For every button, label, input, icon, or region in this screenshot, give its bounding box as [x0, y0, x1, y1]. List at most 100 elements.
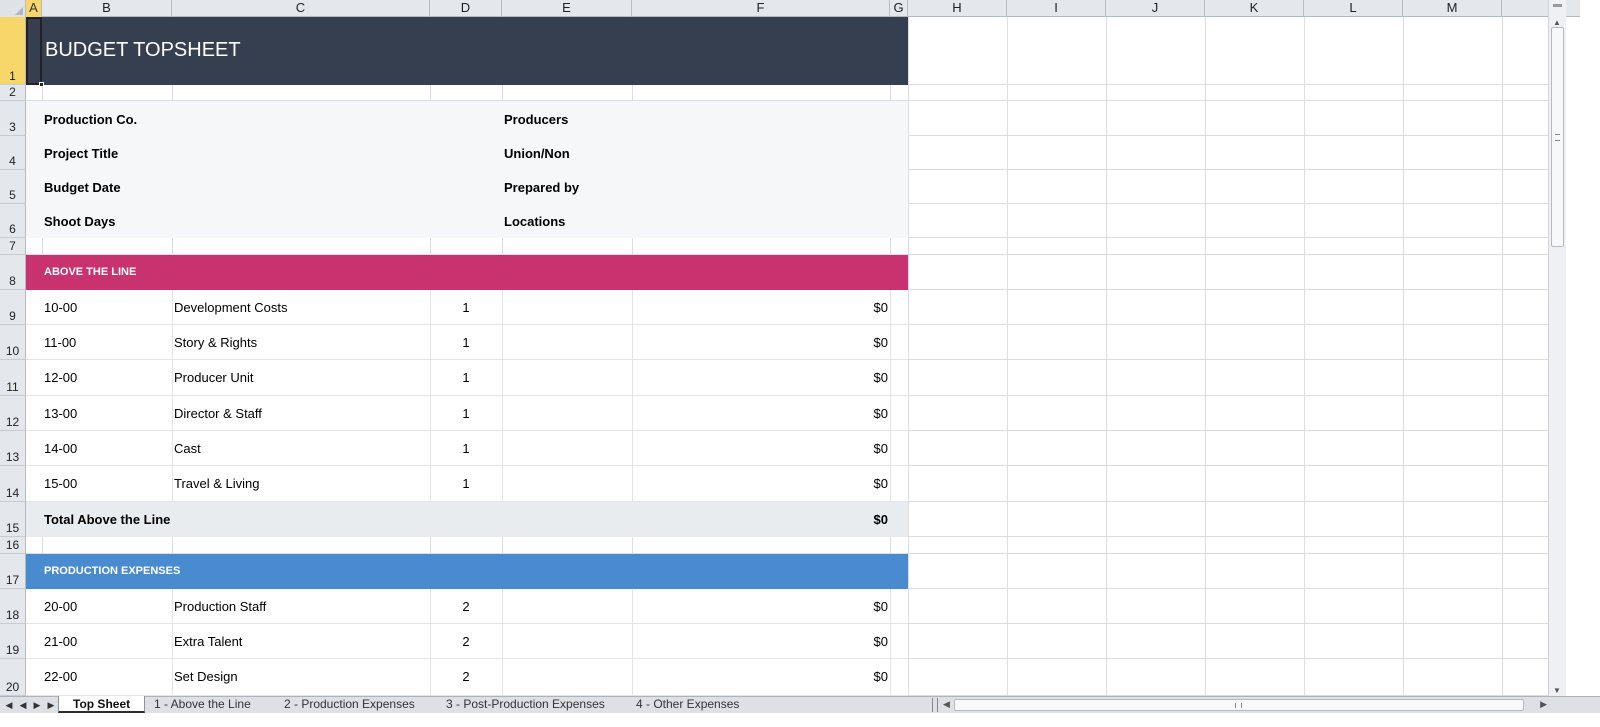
- account-amount: $0: [873, 406, 888, 421]
- grid-row: [26, 238, 1548, 255]
- column-header-b[interactable]: B: [42, 0, 172, 17]
- row-header-9[interactable]: 9: [0, 290, 26, 325]
- active-cell-a1[interactable]: [26, 17, 42, 85]
- row-header-5[interactable]: 5: [0, 170, 26, 204]
- account-description: Production Staff: [174, 599, 267, 614]
- row-header-10[interactable]: 10: [0, 325, 26, 360]
- fill-handle[interactable]: [39, 82, 44, 87]
- column-header-i[interactable]: I: [1007, 0, 1106, 17]
- row-header-1[interactable]: 1: [0, 17, 26, 85]
- column-header-e[interactable]: E: [502, 0, 632, 17]
- column-header-l[interactable]: L: [1304, 0, 1403, 17]
- above-the-line-header[interactable]: ABOVE THE LINE: [26, 255, 908, 290]
- table-row[interactable]: 14-00 Cast 1 $0: [26, 431, 908, 466]
- tab-post-production-expenses[interactable]: 3 - Post-Production Expenses: [432, 696, 619, 713]
- first-sheet-icon[interactable]: ◀: [2, 698, 16, 712]
- horizontal-scroll-thumb[interactable]: [954, 699, 1524, 711]
- account-amount: $0: [873, 669, 888, 684]
- scroll-right-icon[interactable]: ▶: [1540, 699, 1547, 710]
- tab-other-expenses[interactable]: 4 - Other Expenses: [622, 696, 753, 713]
- column-header-c[interactable]: C: [172, 0, 430, 17]
- account-amount: $0: [873, 441, 888, 456]
- row-header-14[interactable]: 14: [0, 466, 26, 502]
- account-description: Director & Staff: [174, 406, 262, 421]
- table-row[interactable]: 20-00 Production Staff 2 $0: [26, 589, 908, 624]
- tab-top-sheet[interactable]: Top Sheet: [58, 696, 146, 713]
- row-header-6[interactable]: 6: [0, 204, 26, 238]
- table-row[interactable]: 10-00 Development Costs 1 $0: [26, 290, 908, 325]
- tab-production-expenses[interactable]: 2 - Production Expenses: [270, 696, 429, 713]
- account-description: Producer Unit: [174, 370, 254, 385]
- table-row[interactable]: 15-00 Travel & Living 1 $0: [26, 466, 908, 502]
- prev-sheet-icon[interactable]: ◀: [16, 698, 30, 712]
- select-all-corner[interactable]: [0, 0, 26, 17]
- account-number: 11-00: [44, 335, 77, 350]
- row-header-16[interactable]: 16: [0, 537, 26, 554]
- total-above-the-line-row[interactable]: Total Above the Line $0: [26, 502, 908, 537]
- account-description: Cast: [174, 441, 201, 456]
- scroll-down-icon[interactable]: ▼: [1553, 686, 1561, 695]
- column-header-k[interactable]: K: [1205, 0, 1304, 17]
- column-header-g[interactable]: G: [890, 0, 908, 17]
- last-sheet-icon[interactable]: ▶: [44, 698, 58, 712]
- column-header-h[interactable]: H: [908, 0, 1007, 17]
- scroll-up-icon[interactable]: ▲: [1553, 18, 1561, 27]
- table-row[interactable]: 13-00 Director & Staff 1 $0: [26, 396, 908, 431]
- table-row[interactable]: 12-00 Producer Unit 1 $0: [26, 360, 908, 396]
- grid-column-line: [1205, 17, 1206, 696]
- row-header-18[interactable]: 18: [0, 589, 26, 624]
- column-header-d[interactable]: D: [430, 0, 502, 17]
- production-expenses-header[interactable]: PRODUCTION EXPENSES: [26, 554, 908, 589]
- row-header-12[interactable]: 12: [0, 396, 26, 431]
- account-description: Story & Rights: [174, 335, 258, 350]
- vertical-scrollbar[interactable]: ▲ ▼: [1548, 17, 1566, 696]
- account-quantity: 1: [462, 441, 470, 456]
- account-amount: $0: [873, 300, 888, 315]
- spreadsheet-grid[interactable]: A B C D E F G H I J K L M 1 2 3 4 5 6 7 …: [0, 0, 1600, 713]
- account-quantity: 2: [462, 634, 470, 649]
- row-header-3[interactable]: 3: [0, 101, 26, 136]
- shoot-days-label: Shoot Days: [44, 214, 116, 229]
- column-header-m[interactable]: M: [1403, 0, 1502, 17]
- column-header-a[interactable]: A: [26, 0, 42, 17]
- row-header-7[interactable]: 7: [0, 238, 26, 255]
- table-row[interactable]: 22-00 Set Design 2 $0: [26, 659, 908, 696]
- account-description: Development Costs: [174, 300, 288, 315]
- table-row[interactable]: 11-00 Story & Rights 1 $0: [26, 325, 908, 360]
- row-header-13[interactable]: 13: [0, 431, 26, 466]
- column-header-f[interactable]: F: [632, 0, 890, 17]
- row-header-4[interactable]: 4: [0, 136, 26, 170]
- vertical-scroll-thumb[interactable]: [1551, 27, 1564, 247]
- prepared-by-label: Prepared by: [504, 180, 580, 195]
- horizontal-scrollbar[interactable]: ◀ ▶: [942, 697, 1548, 713]
- row-header-17[interactable]: 17: [0, 554, 26, 589]
- vertical-split-handle[interactable]: [1548, 0, 1566, 17]
- column-header-j[interactable]: J: [1106, 0, 1205, 17]
- table-row[interactable]: 21-00 Extra Talent 2 $0: [26, 624, 908, 659]
- account-number: 22-00: [44, 669, 78, 684]
- account-number: 13-00: [44, 406, 78, 421]
- total-amount: $0: [873, 512, 888, 527]
- account-quantity: 1: [462, 370, 470, 385]
- account-description: Set Design: [174, 669, 238, 684]
- row-header-19[interactable]: 19: [0, 624, 26, 659]
- grid-column-line: [908, 17, 909, 696]
- account-quantity: 1: [462, 406, 470, 421]
- row-header-20[interactable]: 20: [0, 659, 26, 696]
- title-banner[interactable]: BUDGET TOPSHEET: [26, 17, 908, 85]
- row-header-8[interactable]: 8: [0, 255, 26, 290]
- tab-above-the-line[interactable]: 1 - Above the Line: [140, 696, 265, 713]
- grid-column-line: [1007, 17, 1008, 696]
- account-number: 20-00: [44, 599, 78, 614]
- next-sheet-icon[interactable]: ▶: [30, 698, 44, 712]
- row-header-11[interactable]: 11: [0, 360, 26, 396]
- row-header-2[interactable]: 2: [0, 85, 26, 101]
- account-amount: $0: [873, 370, 888, 385]
- production-co-label: Production Co.: [44, 112, 138, 127]
- tab-split-handle[interactable]: [932, 698, 938, 712]
- row-header-15[interactable]: 15: [0, 502, 26, 537]
- grid-column-line: [1106, 17, 1107, 696]
- account-amount: $0: [873, 599, 888, 614]
- scroll-left-icon[interactable]: ◀: [943, 699, 950, 710]
- grid-column-line: [1502, 17, 1503, 696]
